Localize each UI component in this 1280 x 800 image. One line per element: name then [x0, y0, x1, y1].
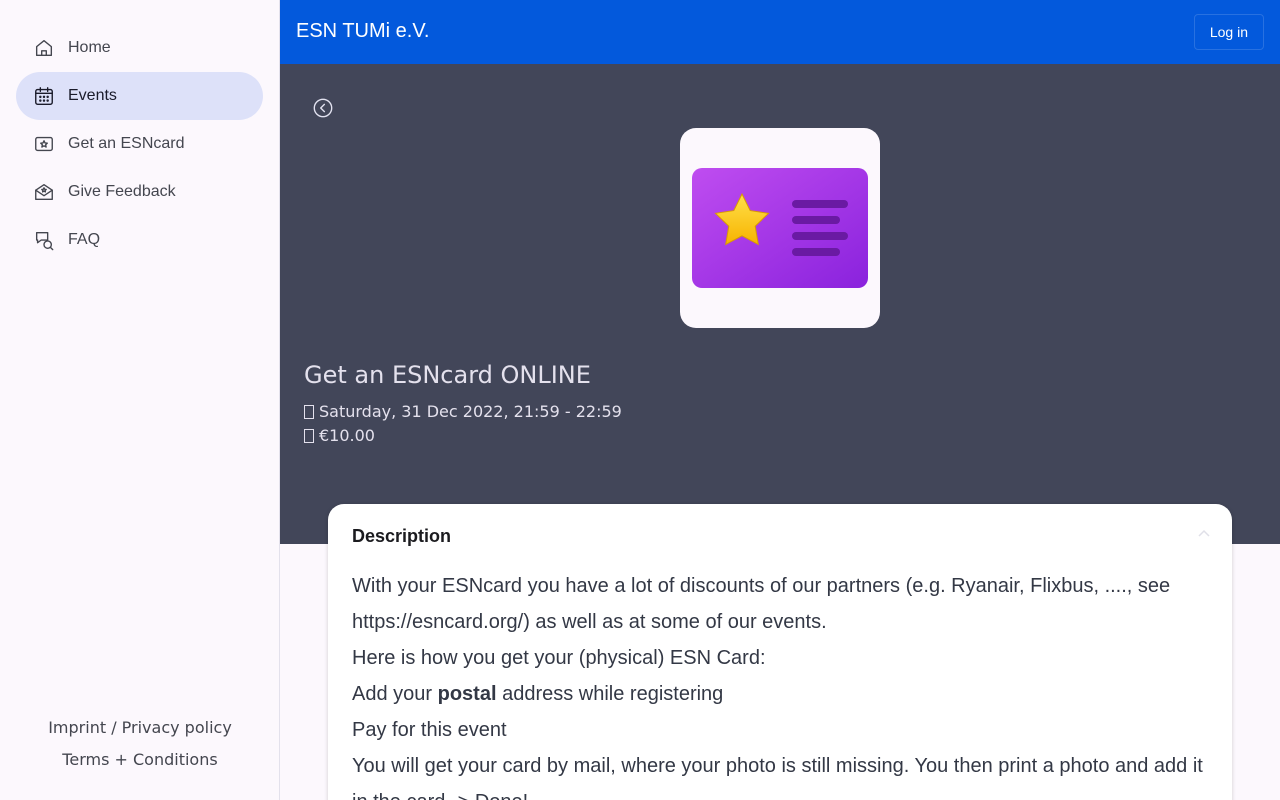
- sidebar-item-label: Get an ESNcard: [68, 135, 185, 152]
- calendar-icon: [32, 84, 56, 108]
- sidebar-item-esncard[interactable]: Get an ESNcard: [16, 120, 263, 168]
- event-date: Saturday, 31 Dec 2022, 21:59 - 22:59: [304, 402, 622, 421]
- terms-link[interactable]: Terms + Conditions: [0, 744, 280, 776]
- sidebar-item-feedback[interactable]: Give Feedback: [16, 168, 263, 216]
- bold-text: postal: [437, 683, 497, 705]
- top-bar: ESN TUMi e.V. Log in: [280, 0, 1280, 64]
- description-paragraph: With your ESNcard you have a lot of disc…: [352, 575, 1171, 633]
- app-title[interactable]: ESN TUMi e.V.: [296, 20, 429, 43]
- card-star-icon: [32, 132, 56, 156]
- sidebar-item-label: Events: [68, 87, 117, 104]
- description-paragraph: Here is how you get your (physical) ESN …: [352, 647, 766, 669]
- price-glyph-icon: [304, 429, 314, 443]
- event-price-text: €10.00: [319, 426, 375, 445]
- description-body: With your ESNcard you have a lot of disc…: [352, 568, 1212, 800]
- sidebar-item-faq[interactable]: FAQ: [16, 216, 263, 264]
- event-title: Get an ESNcard ONLINE: [304, 361, 591, 389]
- sidebar-item-events[interactable]: Events: [16, 72, 263, 120]
- description-paragraph: You will get your card by mail, where yo…: [352, 755, 1203, 800]
- chevron-up-icon: [1198, 529, 1210, 537]
- sidebar-item-label: FAQ: [68, 231, 101, 248]
- text-span: Add your: [352, 683, 438, 705]
- feedback-mail-icon: [32, 180, 56, 204]
- text-span: address while registering: [496, 683, 724, 705]
- esncard-icon: [692, 168, 868, 288]
- description-paragraph: Pay for this event: [352, 719, 507, 741]
- sidebar-item-label: Give Feedback: [68, 183, 176, 200]
- login-button[interactable]: Log in: [1193, 14, 1264, 50]
- back-circle-icon: [313, 98, 333, 118]
- description-card: Description With your ESNcard you have a…: [328, 504, 1232, 800]
- sidebar: Home Events Get an ESNcard Give Feedback…: [0, 0, 280, 800]
- event-date-text: Saturday, 31 Dec 2022, 21:59 - 22:59: [319, 402, 622, 421]
- home-icon: [32, 36, 56, 60]
- imprint-link[interactable]: Imprint / Privacy policy: [0, 712, 280, 744]
- back-button[interactable]: [312, 97, 336, 121]
- description-paragraph: Add your postal address while registerin…: [352, 676, 1212, 712]
- description-heading[interactable]: Description: [352, 526, 451, 547]
- event-image: [680, 128, 880, 328]
- faq-chat-icon: [32, 228, 56, 252]
- sidebar-nav: Home Events Get an ESNcard Give Feedback…: [16, 24, 263, 264]
- sidebar-item-home[interactable]: Home: [16, 24, 263, 72]
- sidebar-item-label: Home: [68, 39, 111, 56]
- event-price: €10.00: [304, 426, 375, 445]
- event-hero: Get an ESNcard ONLINE Saturday, 31 Dec 2…: [280, 64, 1280, 544]
- collapse-button[interactable]: [1196, 526, 1212, 542]
- calendar-glyph-icon: [304, 405, 314, 419]
- sidebar-footer: Imprint / Privacy policy Terms + Conditi…: [0, 712, 280, 776]
